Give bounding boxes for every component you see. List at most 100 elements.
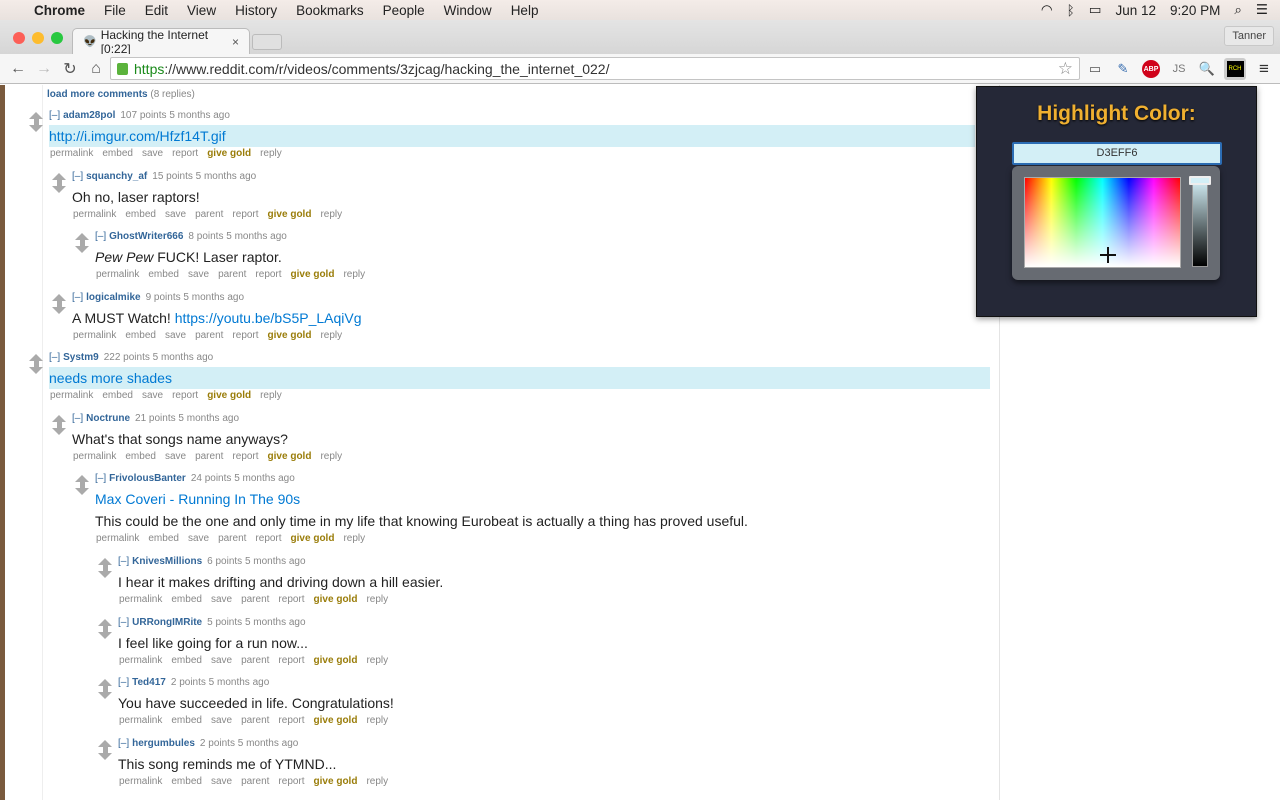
- menu-view[interactable]: View: [187, 3, 216, 18]
- downvote-arrow-icon[interactable]: [29, 361, 43, 374]
- clock-date[interactable]: Jun 12: [1116, 3, 1157, 18]
- home-icon[interactable]: ⌂: [84, 60, 108, 78]
- action-save[interactable]: save: [188, 269, 209, 280]
- profile-button[interactable]: Tanner: [1224, 26, 1274, 46]
- action-parent[interactable]: parent: [241, 776, 269, 787]
- action-give-gold[interactable]: give gold: [291, 533, 335, 544]
- menu-window[interactable]: Window: [444, 3, 492, 18]
- forward-icon[interactable]: →: [32, 60, 56, 78]
- bluetooth-icon[interactable]: ᛒ: [1067, 3, 1075, 18]
- comment-author[interactable]: Ted417: [132, 677, 166, 688]
- crosshair-cursor-icon[interactable]: [1100, 247, 1116, 263]
- collapse-toggle[interactable]: [–]: [72, 292, 83, 303]
- action-reply[interactable]: reply: [260, 148, 282, 159]
- action-save[interactable]: save: [165, 451, 186, 462]
- action-parent[interactable]: parent: [218, 533, 246, 544]
- action-reply[interactable]: reply: [320, 330, 342, 341]
- action-report[interactable]: report: [278, 715, 304, 726]
- action-parent[interactable]: parent: [241, 594, 269, 605]
- upvote-arrow-icon[interactable]: [98, 679, 112, 692]
- action-permalink[interactable]: permalink: [119, 655, 162, 666]
- action-parent[interactable]: parent: [195, 209, 223, 220]
- menu-app[interactable]: Chrome: [34, 3, 85, 18]
- action-embed[interactable]: embed: [171, 655, 202, 666]
- action-save[interactable]: save: [142, 148, 163, 159]
- action-permalink[interactable]: permalink: [119, 715, 162, 726]
- action-reply[interactable]: reply: [366, 715, 388, 726]
- collapse-toggle[interactable]: [–]: [72, 413, 83, 424]
- action-give-gold[interactable]: give gold: [207, 390, 251, 401]
- reload-icon[interactable]: ↻: [58, 59, 82, 79]
- comment-author[interactable]: Noctrune: [86, 413, 130, 424]
- upvote-arrow-icon[interactable]: [98, 739, 112, 753]
- action-save[interactable]: save: [211, 715, 232, 726]
- action-embed[interactable]: embed: [125, 330, 156, 341]
- action-report[interactable]: report: [172, 390, 198, 401]
- upvote-arrow-icon[interactable]: [52, 414, 66, 428]
- comment-author[interactable]: squanchy_af: [86, 171, 147, 182]
- action-give-gold[interactable]: give gold: [314, 715, 358, 726]
- downvote-arrow-icon[interactable]: [75, 482, 89, 495]
- zoom-window-button[interactable]: [51, 32, 63, 44]
- action-permalink[interactable]: permalink: [96, 533, 139, 544]
- address-bar[interactable]: https ://www.reddit.com/r/videos/comment…: [110, 57, 1080, 80]
- menu-bookmarks[interactable]: Bookmarks: [296, 3, 364, 18]
- action-save[interactable]: save: [188, 533, 209, 544]
- lightness-slider-handle[interactable]: [1189, 176, 1211, 185]
- tab-active[interactable]: 👽 Hacking the Internet [0:22] ×: [72, 28, 250, 56]
- action-parent[interactable]: parent: [195, 330, 223, 341]
- action-reply[interactable]: reply: [320, 451, 342, 462]
- action-embed[interactable]: embed: [171, 715, 202, 726]
- menu-file[interactable]: File: [104, 3, 126, 18]
- comment-author[interactable]: hergumbules: [132, 738, 195, 749]
- action-save[interactable]: save: [165, 330, 186, 341]
- action-save[interactable]: save: [211, 594, 232, 605]
- action-permalink[interactable]: permalink: [73, 330, 116, 341]
- comment-author[interactable]: logicalmike: [86, 292, 140, 303]
- upvote-arrow-icon[interactable]: [98, 618, 112, 632]
- action-permalink[interactable]: permalink: [50, 390, 93, 401]
- action-parent[interactable]: parent: [195, 451, 223, 462]
- action-permalink[interactable]: permalink: [73, 451, 116, 462]
- chrome-menu-icon[interactable]: ≡: [1253, 58, 1275, 80]
- action-embed[interactable]: embed: [102, 148, 133, 159]
- menu-help[interactable]: Help: [511, 3, 539, 18]
- action-report[interactable]: report: [172, 148, 198, 159]
- action-embed[interactable]: embed: [171, 776, 202, 787]
- action-parent[interactable]: parent: [218, 269, 246, 280]
- hue-saturation-area[interactable]: [1024, 177, 1181, 268]
- close-tab-icon[interactable]: ×: [232, 35, 239, 49]
- action-give-gold[interactable]: give gold: [268, 209, 312, 220]
- clock-time[interactable]: 9:20 PM: [1170, 3, 1220, 18]
- action-report[interactable]: report: [278, 776, 304, 787]
- downvote-arrow-icon[interactable]: [98, 746, 112, 760]
- minimize-window-button[interactable]: [32, 32, 44, 44]
- rch-extension-icon[interactable]: RCH: [1226, 61, 1244, 77]
- menu-people[interactable]: People: [383, 3, 425, 18]
- downvote-arrow-icon[interactable]: [52, 179, 66, 193]
- upvote-arrow-icon[interactable]: [52, 293, 66, 307]
- action-reply[interactable]: reply: [260, 390, 282, 401]
- action-give-gold[interactable]: give gold: [314, 655, 358, 666]
- collapse-toggle[interactable]: [–]: [49, 352, 60, 363]
- collapse-toggle[interactable]: [–]: [49, 110, 60, 121]
- action-report[interactable]: report: [232, 330, 258, 341]
- action-reply[interactable]: reply: [366, 594, 388, 605]
- action-report[interactable]: report: [278, 655, 304, 666]
- action-save[interactable]: save: [142, 390, 163, 401]
- action-report[interactable]: report: [232, 451, 258, 462]
- comment-link[interactable]: http://i.imgur.com/Hfzf14T.gif: [49, 128, 226, 144]
- action-give-gold[interactable]: give gold: [314, 776, 358, 787]
- action-embed[interactable]: embed: [148, 269, 179, 280]
- comment-author[interactable]: Systm9: [63, 352, 99, 363]
- action-give-gold[interactable]: give gold: [207, 148, 251, 159]
- comment-author[interactable]: adam28pol: [63, 110, 115, 121]
- collapse-toggle[interactable]: [–]: [72, 171, 83, 182]
- downvote-arrow-icon[interactable]: [29, 119, 43, 132]
- downvote-arrow-icon[interactable]: [52, 300, 66, 314]
- comment-author[interactable]: URRongIMRite: [132, 617, 202, 628]
- action-permalink[interactable]: permalink: [73, 209, 116, 220]
- menu-edit[interactable]: Edit: [145, 3, 168, 18]
- action-embed[interactable]: embed: [102, 390, 133, 401]
- menu-history[interactable]: History: [235, 3, 277, 18]
